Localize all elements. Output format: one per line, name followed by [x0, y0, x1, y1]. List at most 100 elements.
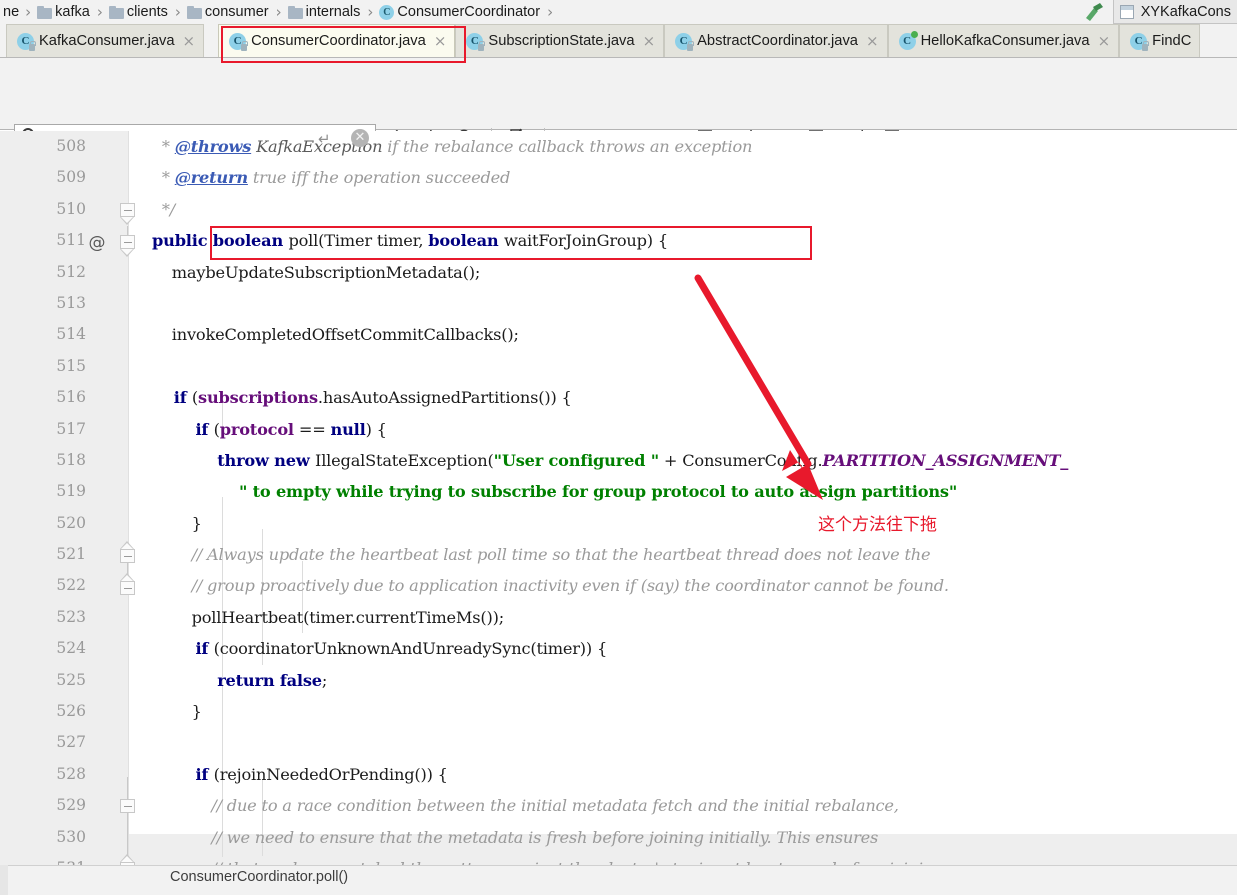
line-number: 531: [0, 853, 86, 865]
code-line[interactable]: 515: [0, 351, 1237, 382]
strip-divider: [0, 865, 1237, 866]
code-line[interactable]: 525 return false;: [0, 665, 1237, 696]
code-line-text[interactable]: // group proactively due to application …: [152, 570, 949, 601]
code-line-text[interactable]: * @return true iff the operation succeed…: [152, 162, 511, 193]
tab-hellokafkaconsumer[interactable]: C HelloKafkaConsumer.java ×: [887, 24, 1120, 57]
code-line-text[interactable]: pollHeartbeat(timer.currentTimeMs());: [152, 602, 505, 633]
breadcrumb-item-kafka[interactable]: kafka: [33, 4, 95, 20]
breadcrumb-separator: ›: [174, 2, 181, 21]
code-line-text[interactable]: if (rejoinNeededOrPending()) {: [152, 759, 447, 790]
code-line-text[interactable]: invokeCompletedOffsetCommitCallbacks();: [152, 319, 519, 350]
line-number: 524: [56, 639, 86, 658]
code-line-text[interactable]: */: [152, 194, 175, 225]
run-config-label: XYKafkaCons: [1140, 3, 1231, 20]
code-line[interactable]: 518 throw new IllegalStateException("Use…: [0, 445, 1237, 476]
code-line-text[interactable]: if (protocol == null) {: [152, 414, 386, 445]
code-editor[interactable]: @ 508 * @throws KafkaException if the re…: [0, 131, 1237, 865]
code-line[interactable]: 531 // that we have matched the pattern …: [0, 853, 1237, 865]
code-line[interactable]: 528 if (rejoinNeededOrPending()) {: [0, 759, 1237, 790]
breadcrumb-item-consumer[interactable]: consumer: [183, 4, 274, 20]
document-icon: [1119, 4, 1134, 19]
breadcrumb-item-clients[interactable]: clients: [105, 4, 173, 20]
strip-left-nub: [0, 865, 8, 895]
tab-abstractcoordinator[interactable]: C AbstractCoordinator.java ×: [664, 24, 888, 57]
breadcrumb-item-label: kafka: [55, 4, 90, 20]
folder-icon: [37, 5, 53, 19]
close-icon[interactable]: ×: [863, 33, 879, 49]
tab-kafkaconsumer[interactable]: C KafkaConsumer.java ×: [6, 24, 205, 57]
line-number: 528: [56, 764, 86, 783]
code-line-text[interactable]: if (subscriptions.hasAutoAssignedPartiti…: [152, 382, 572, 413]
breadcrumb-item-consumercoordinator[interactable]: C ConsumerCoordinator: [375, 4, 545, 20]
close-icon[interactable]: ×: [1095, 33, 1111, 49]
code-line[interactable]: 530 // we need to ensure that the metada…: [0, 822, 1237, 853]
intellij-editor-window: ne › kafka › clients › consumer › intern…: [0, 0, 1237, 895]
line-number: 527: [56, 733, 86, 752]
code-line-text[interactable]: // due to a race condition between the i…: [152, 790, 899, 821]
code-line[interactable]: 508 * @throws KafkaException if the reba…: [0, 131, 1237, 162]
code-line[interactable]: 519 " to empty while trying to subscribe…: [0, 476, 1237, 507]
breadcrumb-separator: ›: [547, 2, 554, 21]
close-icon[interactable]: ×: [431, 33, 447, 49]
line-number: 518: [56, 450, 86, 469]
code-line-text[interactable]: throw new IllegalStateException("User co…: [152, 445, 1068, 476]
chinese-annotation-text: 这个方法往下拖: [818, 515, 937, 535]
breadcrumb-item-label: clients: [126, 4, 168, 20]
breadcrumb-item-label: ConsumerCoordinator: [397, 4, 541, 20]
line-number: 522: [56, 576, 86, 595]
line-number: 512: [56, 262, 86, 281]
line-number: 515: [56, 356, 86, 375]
line-number: 525: [56, 670, 86, 689]
enter-return-icon[interactable]: ↵: [318, 130, 331, 148]
code-line[interactable]: 512 maybeUpdateSubscriptionMetadata();: [0, 257, 1237, 288]
build-hammer-icon[interactable]: [1081, 1, 1107, 23]
code-line-text[interactable]: if (coordinatorUnknownAndUnreadySync(tim…: [152, 633, 607, 664]
code-line[interactable]: 510 */: [0, 194, 1237, 225]
code-line[interactable]: 513: [0, 288, 1237, 319]
code-line-text[interactable]: return false;: [152, 665, 327, 696]
bottom-breadcrumb-strip: ConsumerCoordinator.poll(): [0, 865, 1237, 895]
line-number: 519: [56, 482, 86, 501]
line-number: 510: [56, 199, 86, 218]
find-replace-panel: ↵ ✕ ↑ ↓ ALL: [0, 58, 1237, 183]
code-line[interactable]: 529 // due to a race condition between t…: [0, 790, 1237, 821]
code-line[interactable]: 527: [0, 727, 1237, 758]
code-line-text[interactable]: }: [152, 696, 202, 727]
tab-subscriptionstate[interactable]: C SubscriptionState.java ×: [455, 24, 665, 57]
folder-icon: [186, 5, 202, 19]
code-line[interactable]: 522 // group proactively due to applicat…: [0, 570, 1237, 601]
tab-consumercoordinator[interactable]: C ConsumerCoordinator.java ×: [218, 24, 456, 57]
code-line[interactable]: 517 if (protocol == null) {: [0, 414, 1237, 445]
code-line[interactable]: 520 }: [0, 508, 1237, 539]
code-line[interactable]: 523 pollHeartbeat(timer.currentTimeMs())…: [0, 602, 1237, 633]
code-line-text[interactable]: // Always update the heartbeat last poll…: [152, 539, 931, 570]
code-line-text[interactable]: * @throws KafkaException if the rebalanc…: [152, 131, 753, 162]
line-number: 509: [56, 168, 86, 187]
red-annotation-arrow: [690, 272, 850, 517]
code-line[interactable]: 511 public boolean poll(Timer timer, bool…: [0, 225, 1237, 256]
close-icon[interactable]: ×: [640, 33, 656, 49]
tab-findc[interactable]: C FindC: [1119, 24, 1201, 57]
bottom-breadcrumb-label[interactable]: ConsumerCoordinator.poll(): [170, 869, 348, 885]
breadcrumb-item-internals[interactable]: internals: [284, 4, 366, 20]
code-line-text[interactable]: maybeUpdateSubscriptionMetadata();: [152, 257, 481, 288]
code-line-text[interactable]: }: [152, 508, 202, 539]
close-icon[interactable]: ×: [180, 33, 196, 49]
code-line[interactable]: 524 if (coordinatorUnknownAndUnreadySync…: [0, 633, 1237, 664]
code-line[interactable]: 526 }: [0, 696, 1237, 727]
code-line-text[interactable]: public boolean poll(Timer timer, boolean…: [152, 225, 668, 256]
breadcrumb-leading[interactable]: ne: [0, 4, 23, 20]
code-line[interactable]: 516 if (subscriptions.hasAutoAssignedPar…: [0, 382, 1237, 413]
code-lines[interactable]: 508 * @throws KafkaException if the reba…: [0, 131, 1237, 865]
code-line[interactable]: 514 invokeCompletedOffsetCommitCallbacks…: [0, 319, 1237, 350]
line-number: 516: [56, 388, 86, 407]
breadcrumb: ne › kafka › clients › consumer › intern…: [0, 0, 1237, 24]
code-line-text[interactable]: // that we have matched the pattern agai…: [152, 853, 948, 865]
folder-icon: [287, 5, 303, 19]
clear-search-icon[interactable]: ✕: [351, 129, 369, 147]
line-number: 521: [56, 545, 86, 564]
code-line[interactable]: 509 * @return true iff the operation suc…: [0, 162, 1237, 193]
code-line[interactable]: 521 // Always update the heartbeat last …: [0, 539, 1237, 570]
code-line-text[interactable]: // we need to ensure that the metadata i…: [152, 822, 878, 853]
run-configuration-selector[interactable]: XYKafkaCons: [1112, 0, 1237, 24]
